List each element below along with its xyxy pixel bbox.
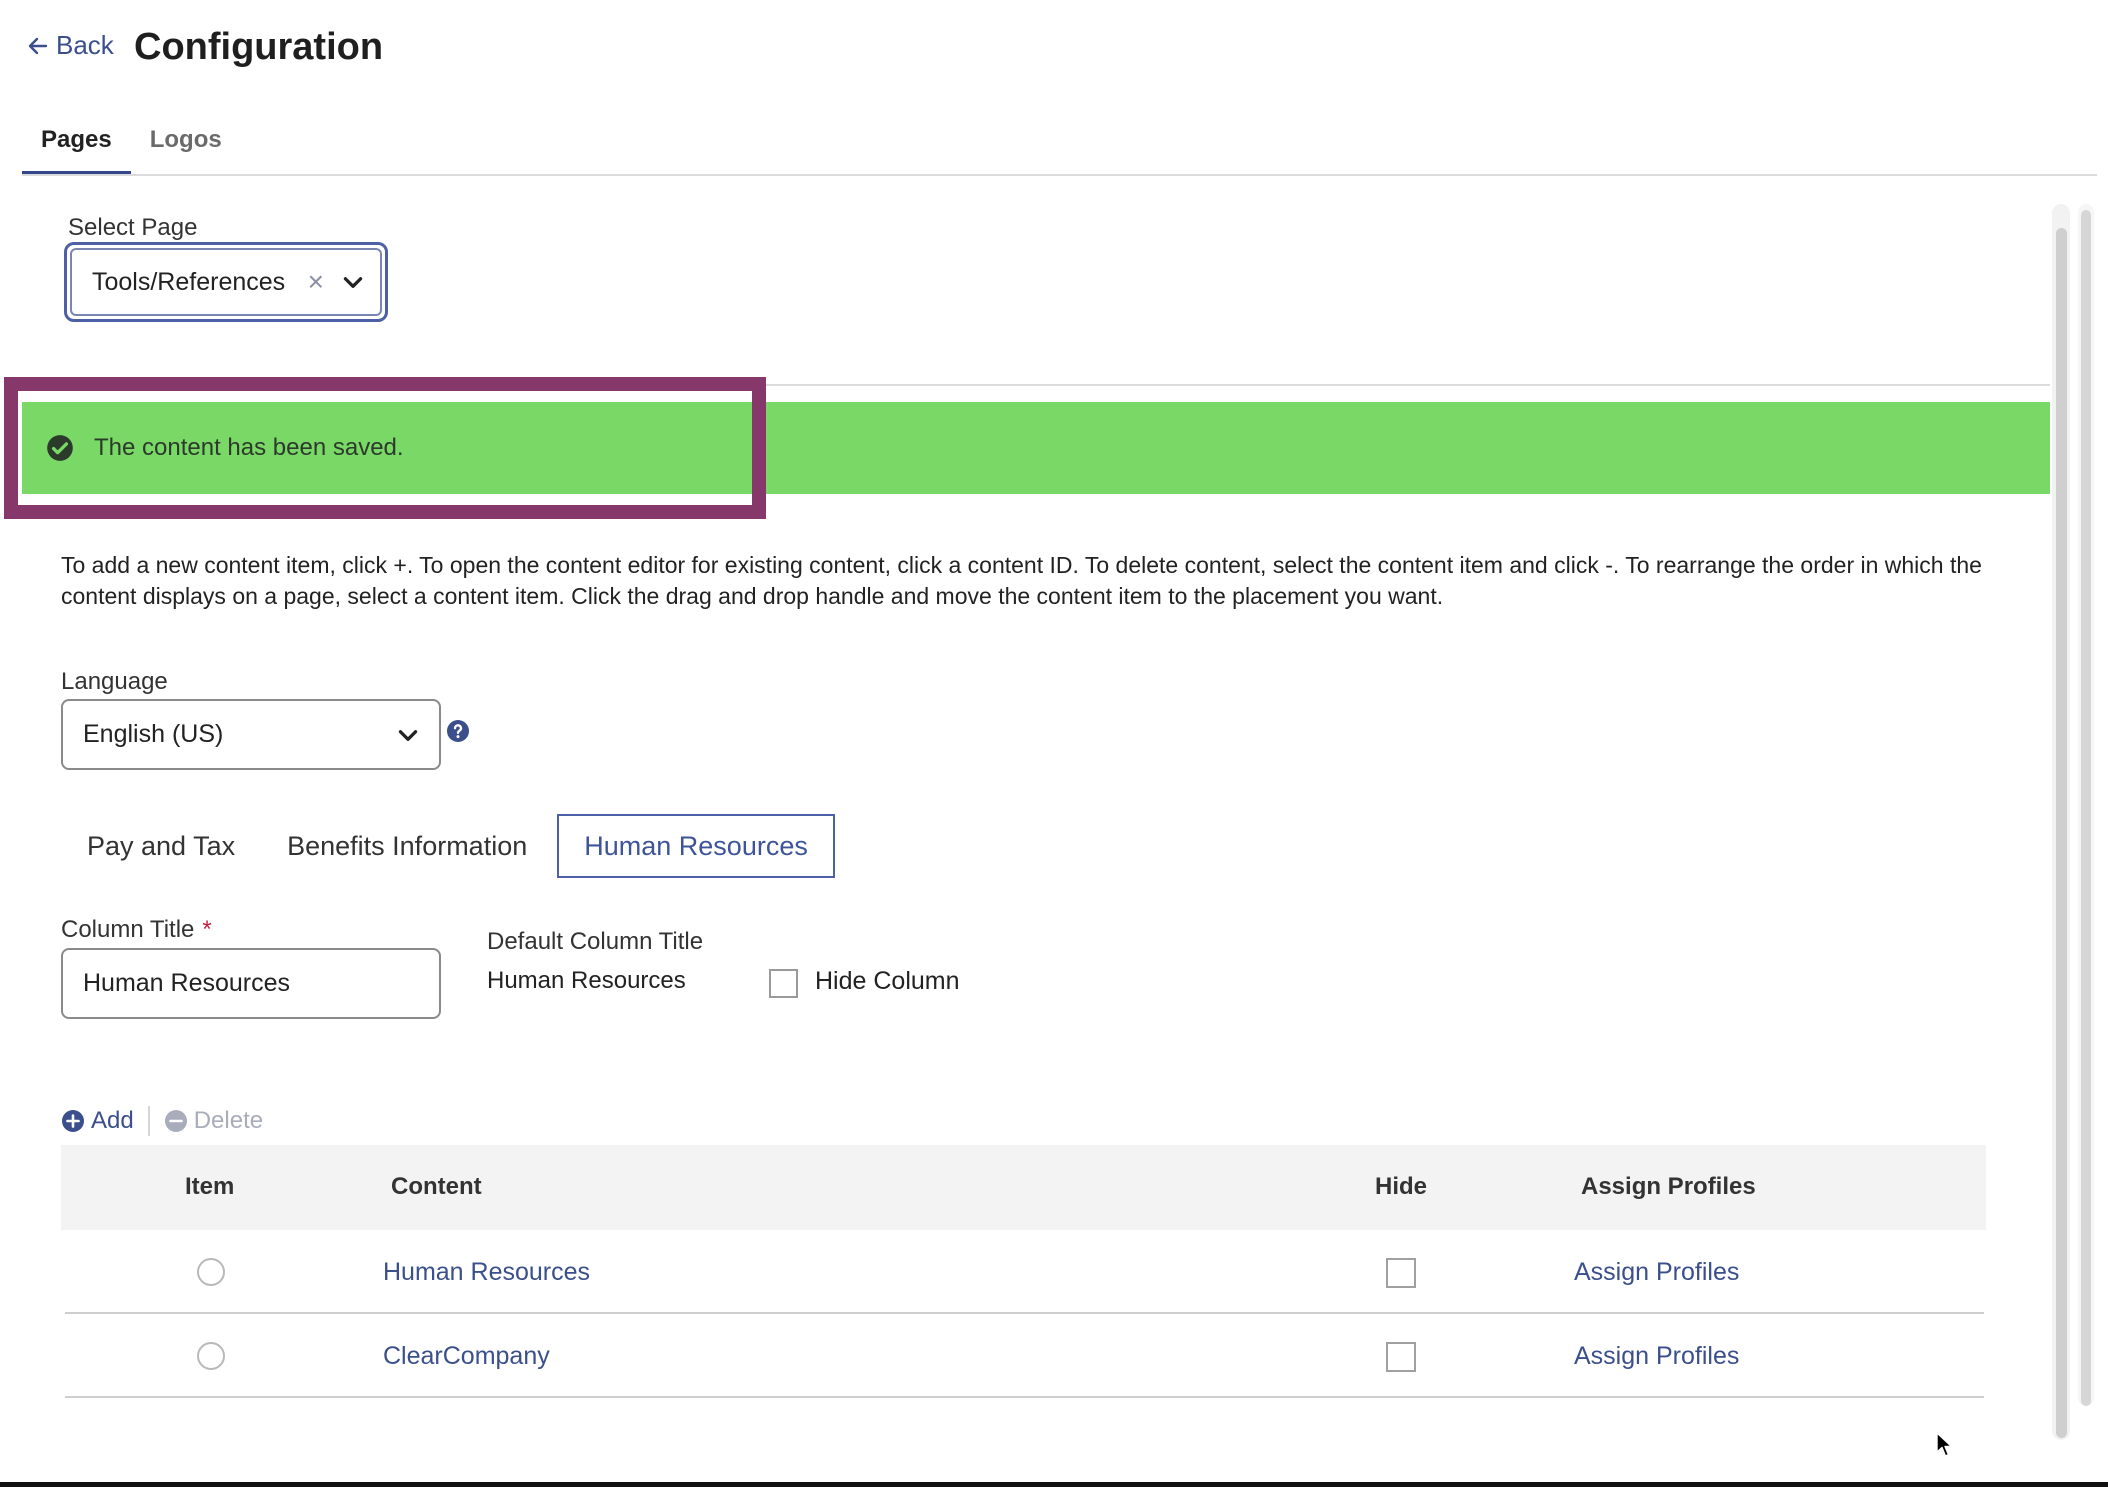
chevron-down-icon[interactable] [340, 269, 366, 295]
column-tabs: Pay and Tax Benefits Information Human R… [61, 814, 835, 878]
outer-scrollbar-thumb[interactable] [2081, 210, 2091, 1406]
row-hide-checkbox[interactable] [1386, 1342, 1416, 1372]
question-circle-icon[interactable] [446, 719, 470, 743]
assign-profiles-link[interactable]: Assign Profiles [1574, 1258, 1739, 1287]
assign-profiles-link[interactable]: Assign Profiles [1574, 1342, 1739, 1371]
add-button[interactable]: Add [61, 1107, 134, 1135]
chevron-down-icon [398, 729, 418, 741]
tabs-divider [22, 174, 2097, 176]
tab-logos[interactable]: Logos [131, 122, 241, 176]
minus-circle-icon [164, 1110, 187, 1132]
default-column-title-label: Default Column Title [487, 928, 704, 955]
tab-pages[interactable]: Pages [22, 122, 131, 176]
table-toolbar: Add Delete [61, 1106, 263, 1136]
toolbar-separator [147, 1106, 150, 1136]
highlight-box [4, 377, 766, 519]
bottom-bar [0, 1482, 2108, 1487]
tab-human-resources[interactable]: Human Resources [557, 814, 835, 878]
header-assign-profiles: Assign Profiles [1581, 1173, 1756, 1200]
language-label: Language [61, 668, 168, 695]
column-title-label: Column Title * [61, 916, 212, 944]
default-column-title-value: Human Resources [487, 967, 686, 994]
plus-circle-icon [62, 1110, 84, 1132]
content-link[interactable]: ClearCompany [383, 1342, 550, 1371]
page-title: Configuration [134, 26, 384, 68]
table-row: Human Resources Assign Profiles [65, 1230, 1984, 1314]
language-dropdown[interactable]: English (US) [61, 699, 441, 770]
content-link[interactable]: Human Resources [383, 1258, 590, 1287]
column-title-label-text: Column Title [61, 916, 195, 943]
add-label: Add [91, 1107, 134, 1134]
table-header: Item Content Hide Assign Profiles [61, 1145, 1986, 1230]
hide-column-checkbox[interactable] [769, 969, 798, 998]
delete-button[interactable]: Delete [164, 1107, 263, 1135]
hide-column-label: Hide Column [815, 967, 960, 995]
required-mark: * [202, 916, 212, 943]
back-label: Back [56, 30, 114, 60]
select-page-label: Select Page [68, 214, 198, 241]
delete-label: Delete [193, 1107, 264, 1134]
clear-icon[interactable]: × [308, 266, 324, 298]
header-hide: Hide [1375, 1173, 1428, 1200]
content-table: Item Content Hide Assign Profiles Human … [61, 1145, 1986, 1398]
row-hide-checkbox[interactable] [1386, 1258, 1416, 1288]
tab-benefits-information[interactable]: Benefits Information [261, 814, 553, 878]
back-link[interactable]: Back [26, 30, 114, 61]
top-tabs: Pages Logos [22, 122, 241, 176]
header-content: Content [391, 1173, 482, 1200]
scrollbar-thumb[interactable] [2056, 228, 2067, 1438]
select-page-dropdown[interactable]: Tools/References × [64, 242, 388, 322]
instructions-text: To add a new content item, click +. To o… [61, 552, 1982, 609]
arrow-left-icon [28, 37, 48, 54]
table-row: ClearCompany Assign Profiles [65, 1314, 1984, 1398]
column-title-input[interactable] [61, 948, 441, 1019]
header-item: Item [185, 1173, 235, 1200]
row-select-radio[interactable] [197, 1258, 225, 1286]
language-value: English (US) [83, 720, 224, 748]
select-page-value: Tools/References [92, 267, 286, 296]
row-select-radio[interactable] [197, 1342, 225, 1370]
mouse-cursor-icon [1936, 1432, 1953, 1457]
tab-pay-and-tax[interactable]: Pay and Tax [61, 814, 261, 878]
